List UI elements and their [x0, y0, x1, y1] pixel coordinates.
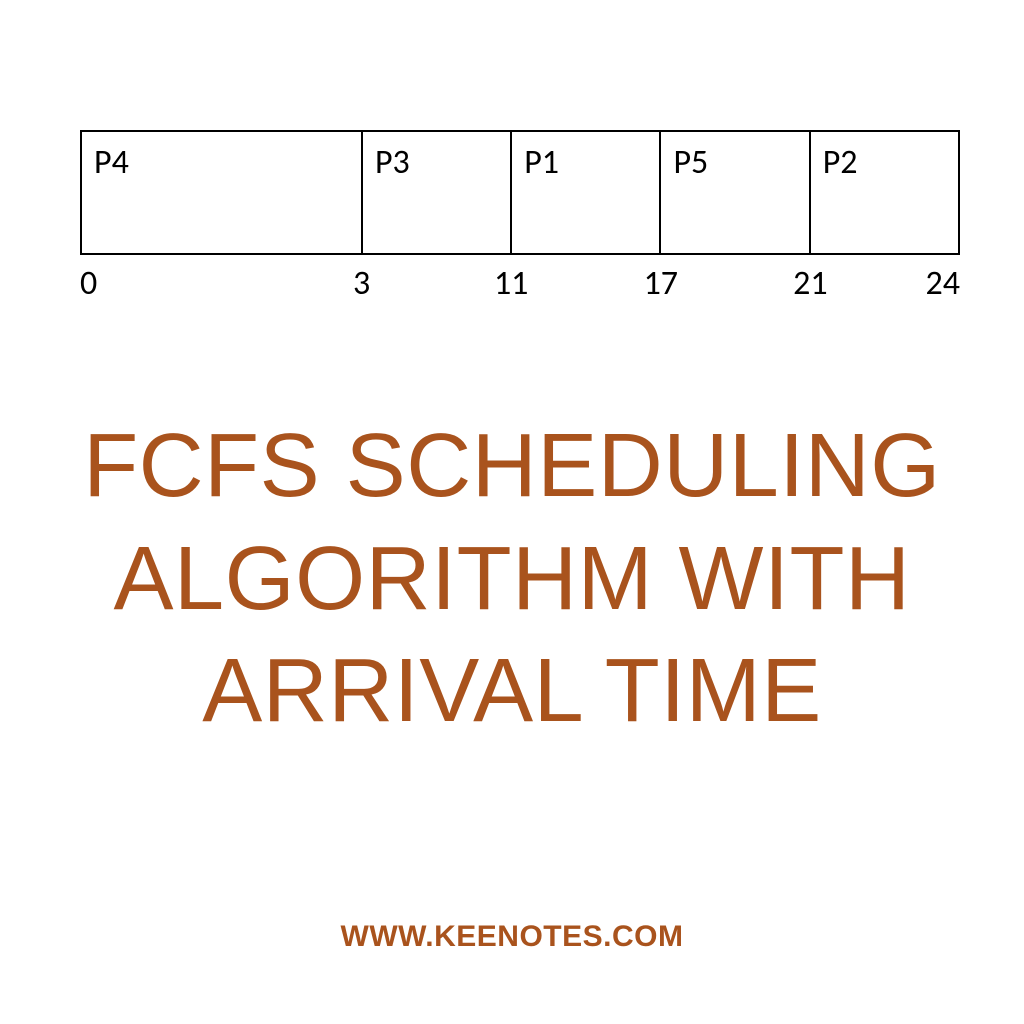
gantt-tick: 24 — [926, 263, 960, 304]
gantt-tick: 11 — [494, 263, 528, 304]
title-line-2: ALGORITHM WITH — [40, 523, 984, 636]
gantt-cell-p5: P5 — [661, 132, 810, 253]
gantt-chart: P4P3P1P5P2 0 3 11 17 21 24 — [80, 130, 960, 303]
page-title: FCFS SCHEDULING ALGORITHM WITH ARRIVAL T… — [0, 410, 1024, 748]
gantt-cell-p1: P1 — [512, 132, 661, 253]
gantt-tick: 3 — [353, 263, 370, 304]
gantt-tick: 0 — [80, 263, 97, 304]
title-line-1: FCFS SCHEDULING — [40, 410, 984, 523]
title-line-3: ARRIVAL TIME — [40, 635, 984, 748]
gantt-tick: 17 — [644, 263, 678, 304]
footer-url: WWW.KEENOTES.COM — [0, 920, 1024, 954]
gantt-cell-p2: P2 — [811, 132, 960, 253]
gantt-cell-p4: P4 — [82, 132, 363, 253]
gantt-tick: 21 — [793, 263, 827, 304]
gantt-cell-p3: P3 — [363, 132, 512, 253]
